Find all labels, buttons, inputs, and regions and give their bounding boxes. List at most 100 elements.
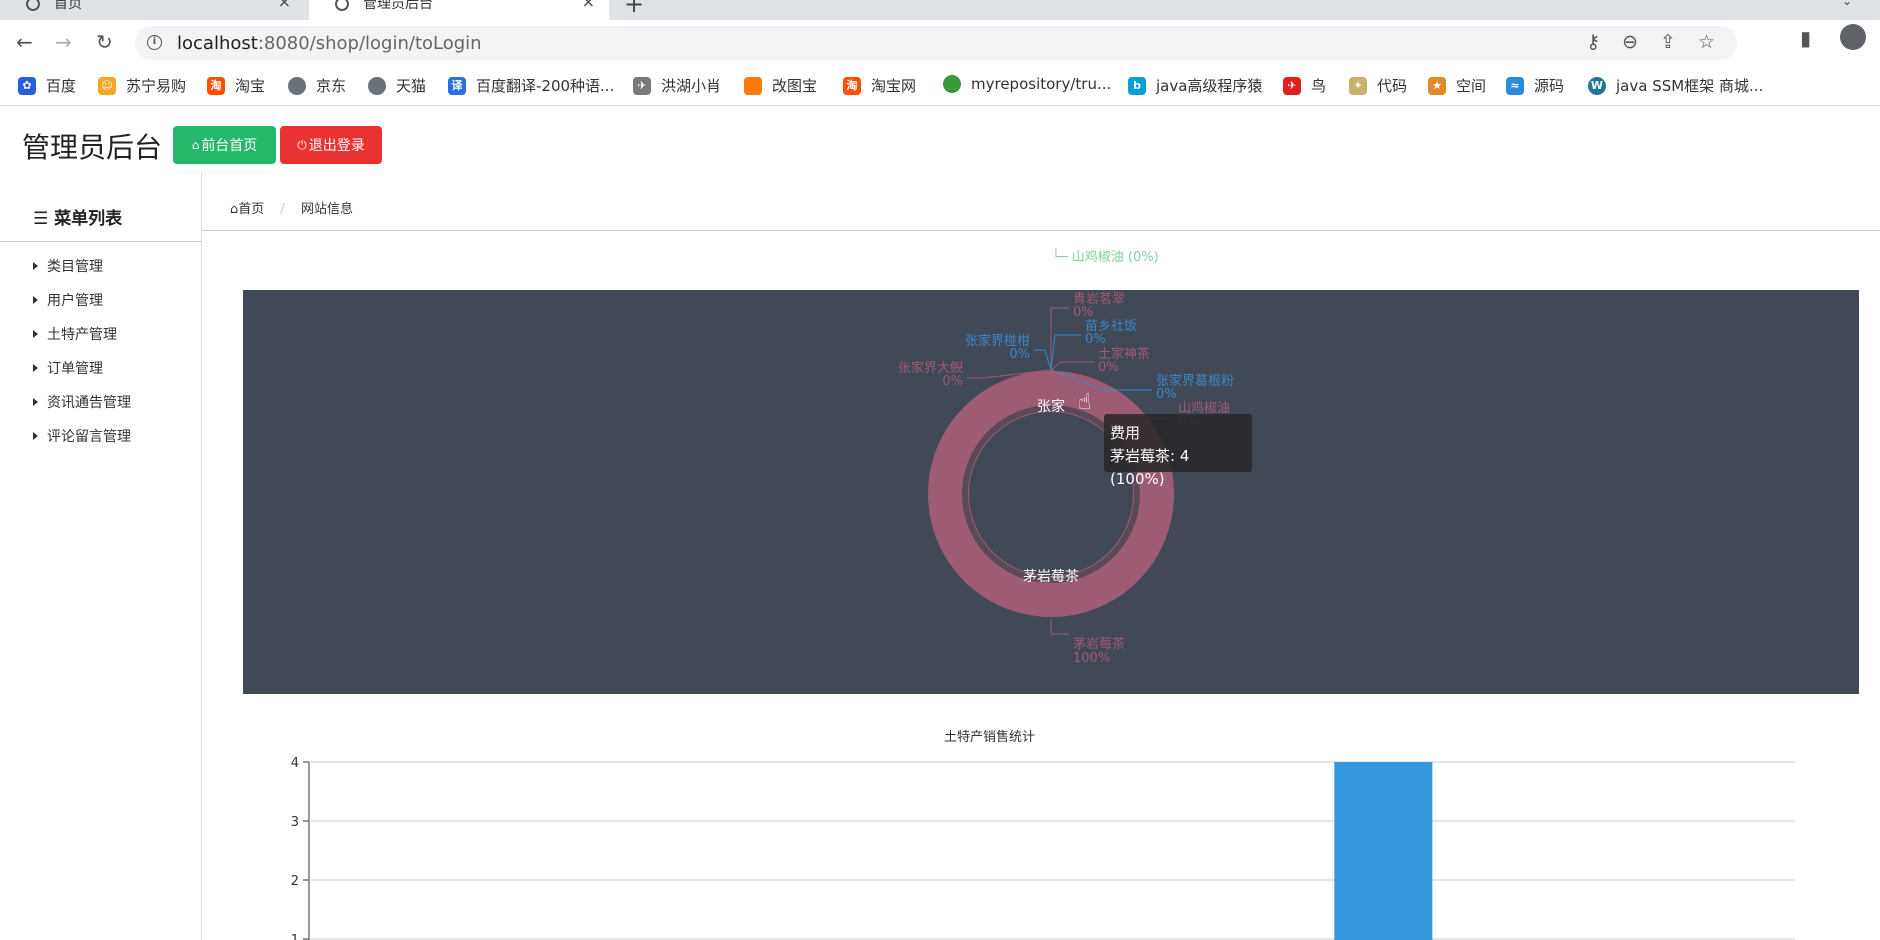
bird-icon: ✈ <box>1283 76 1301 95</box>
pie-label-faded: └─ 山鸡椒油 (0%) <box>1052 250 1159 265</box>
forward-icon[interactable]: → <box>55 30 72 54</box>
tab-search-icon[interactable]: ⌄ <box>1842 0 1852 8</box>
bookmark-item[interactable]: b java高级程序猿 <box>1128 75 1262 96</box>
sidebar-item-category[interactable]: 类目管理 <box>33 256 103 276</box>
url-input[interactable]: i localhost:8080/shop/login/toLogin ⚷ ⊖ … <box>135 26 1737 60</box>
info-icon[interactable]: i <box>147 35 162 50</box>
sidebar-item-users[interactable]: 用户管理 <box>33 290 103 310</box>
list-icon: ☰ <box>33 209 55 229</box>
menu-heading: ☰ 菜单列表 <box>0 172 202 242</box>
globe-icon <box>26 0 40 11</box>
bookmark-item[interactable]: ✦ 代码 <box>1349 75 1407 96</box>
caret-right-icon <box>33 364 38 372</box>
back-icon[interactable]: ← <box>16 30 33 54</box>
logout-button[interactable]: ⏻ 退出登录 <box>280 126 382 164</box>
bookmark-item[interactable]: 淘淘宝网 <box>843 75 916 96</box>
square-icon <box>744 76 762 95</box>
pie-leader-line <box>1050 361 1094 371</box>
key-icon[interactable]: ⚷ <box>1586 31 1600 53</box>
address-bar: ← → ↻ i localhost:8080/shop/login/toLogi… <box>0 20 1880 66</box>
caret-right-icon <box>33 262 38 270</box>
bilibili-icon: b <box>1128 76 1146 95</box>
close-icon[interactable]: × <box>278 0 291 11</box>
globe-icon <box>335 0 349 11</box>
breadcrumb-current: 网站信息 <box>300 202 353 217</box>
tooltip-entry: 茅岩莓茶: 4 (100%) <box>1110 447 1190 488</box>
share-icon[interactable]: ⇪ <box>1660 31 1676 53</box>
caret-right-icon <box>33 432 38 440</box>
translate-icon: 译 <box>448 76 466 95</box>
chart-tooltip: 费用 茅岩莓茶: 4 (100%) <box>1104 414 1252 488</box>
profile-icon[interactable] <box>1840 24 1866 50</box>
pie-label-percent: 0% <box>1156 387 1177 402</box>
bookmarks-bar: ✿ 百度 ☺ 苏宁易购 淘淘宝 京东 天猫 译百度翻译-200种语... ✈ 洪湖小肖… <box>0 66 1880 106</box>
sidebar-item-news[interactable]: 资讯通告管理 <box>33 392 131 412</box>
pie-label-percent: 0% <box>942 374 963 389</box>
globe-icon <box>288 76 306 95</box>
close-icon[interactable]: × <box>582 0 595 11</box>
tab-admin[interactable]: 管理员后台 × <box>309 0 609 20</box>
pie-label-percent: 0% <box>1073 305 1094 320</box>
star-icon: ★ <box>1428 76 1446 95</box>
bookmark-item[interactable]: ✿ 百度 <box>18 75 76 96</box>
y-tick-label: 2 <box>291 874 299 889</box>
tab-title: 首页 <box>54 0 82 12</box>
y-tick-label: 1 <box>291 933 299 940</box>
new-tab-icon[interactable]: + <box>624 0 644 18</box>
menu-heading-text: ☰ 菜单列表 <box>33 209 123 229</box>
bookmark-item[interactable]: 译百度翻译-200种语... <box>448 75 614 96</box>
taobao-icon: 淘 <box>207 76 225 95</box>
bar-chart: 4 3 2 1 <box>291 756 1795 940</box>
bookmark-item[interactable]: ✈ 洪湖小肖 <box>633 75 721 96</box>
bookmark-item[interactable]: myrepository/tru... <box>943 75 1111 93</box>
wordpress-icon: W <box>1588 76 1606 95</box>
pie-label-percent: 0% <box>1085 332 1106 347</box>
sidebar: ☰ 菜单列表 类目管理 用户管理 土特产管理 订单管理 资讯通告管理 评论留言管… <box>0 172 202 940</box>
tab-home[interactable]: 首页 × <box>0 0 305 20</box>
bookmark-item[interactable]: Wjava SSM框架 商城... <box>1588 75 1763 96</box>
pie-label: 茅岩莓茶 <box>1073 636 1125 652</box>
bookmark-item[interactable]: 淘淘宝 <box>207 75 265 96</box>
bookmark-item[interactable]: 改图宝 <box>744 75 817 96</box>
bookmark-item[interactable]: 天猫 <box>368 75 426 96</box>
bookmark-item[interactable]: ✈ 鸟 <box>1283 75 1326 96</box>
bookmark-item[interactable]: 京东 <box>288 75 346 96</box>
caret-right-icon <box>33 330 38 338</box>
page-title: 管理员后台 <box>22 131 163 164</box>
repo-icon <box>943 75 961 93</box>
url-tools: ⚷ ⊖ ⇪ ☆ <box>1586 31 1715 53</box>
breadcrumb-home[interactable]: ⌂首页 <box>230 202 264 217</box>
pie-leader-line <box>1050 334 1081 371</box>
pie-leader-line <box>1034 349 1052 371</box>
hand-cursor-icon: ☝ <box>1078 390 1092 415</box>
bar[interactable] <box>1334 762 1433 940</box>
paw-icon: ✿ <box>18 76 36 95</box>
star-icon[interactable]: ☆ <box>1698 31 1715 53</box>
tab-title: 管理员后台 <box>363 0 433 12</box>
pie-chart-panel: 茅岩莓茶100%青岩茗翠0%苗乡社饭0%土家神茶0%张家界葛根粉0%山鸡椒油0%… <box>243 290 1859 694</box>
side-panel-icon[interactable]: ▮ <box>1800 26 1811 50</box>
home-icon: ⌂ <box>191 138 200 152</box>
bookmark-item[interactable]: ☺ 苏宁易购 <box>98 75 186 96</box>
pie-leader-line <box>1050 307 1069 370</box>
frontend-home-button[interactable]: ⌂ 前台首页 <box>173 126 276 164</box>
pie-label-percent: 0% <box>1098 360 1119 375</box>
pie-label-percent: 0% <box>1009 347 1030 362</box>
sidebar-item-comments[interactable]: 评论留言管理 <box>33 426 131 446</box>
bookmark-item[interactable]: ★ 空间 <box>1428 75 1486 96</box>
pie-inner-label-top: 张家 <box>1037 398 1065 415</box>
pie-chart: 茅岩莓茶100%青岩茗翠0%苗乡社饭0%土家神茶0%张家界葛根粉0%山鸡椒油0%… <box>898 292 1234 666</box>
sidebar-item-orders[interactable]: 订单管理 <box>33 358 103 378</box>
browser-tabbar: 首页 × 管理员后台 × + ⌄ <box>0 0 1880 20</box>
bookmark-item[interactable]: ≈ 源码 <box>1506 75 1564 96</box>
taobao-icon: 淘 <box>843 76 861 95</box>
reload-icon[interactable]: ↻ <box>96 30 113 54</box>
zoom-icon[interactable]: ⊖ <box>1622 31 1638 53</box>
y-tick-label: 3 <box>291 815 299 830</box>
sidebar-item-products[interactable]: 土特产管理 <box>33 324 117 344</box>
y-tick-label: 4 <box>291 756 299 771</box>
caret-right-icon <box>33 398 38 406</box>
power-icon: ⏻ <box>297 137 307 152</box>
fish-icon: ≈ <box>1506 76 1524 95</box>
globe-icon <box>368 76 386 95</box>
